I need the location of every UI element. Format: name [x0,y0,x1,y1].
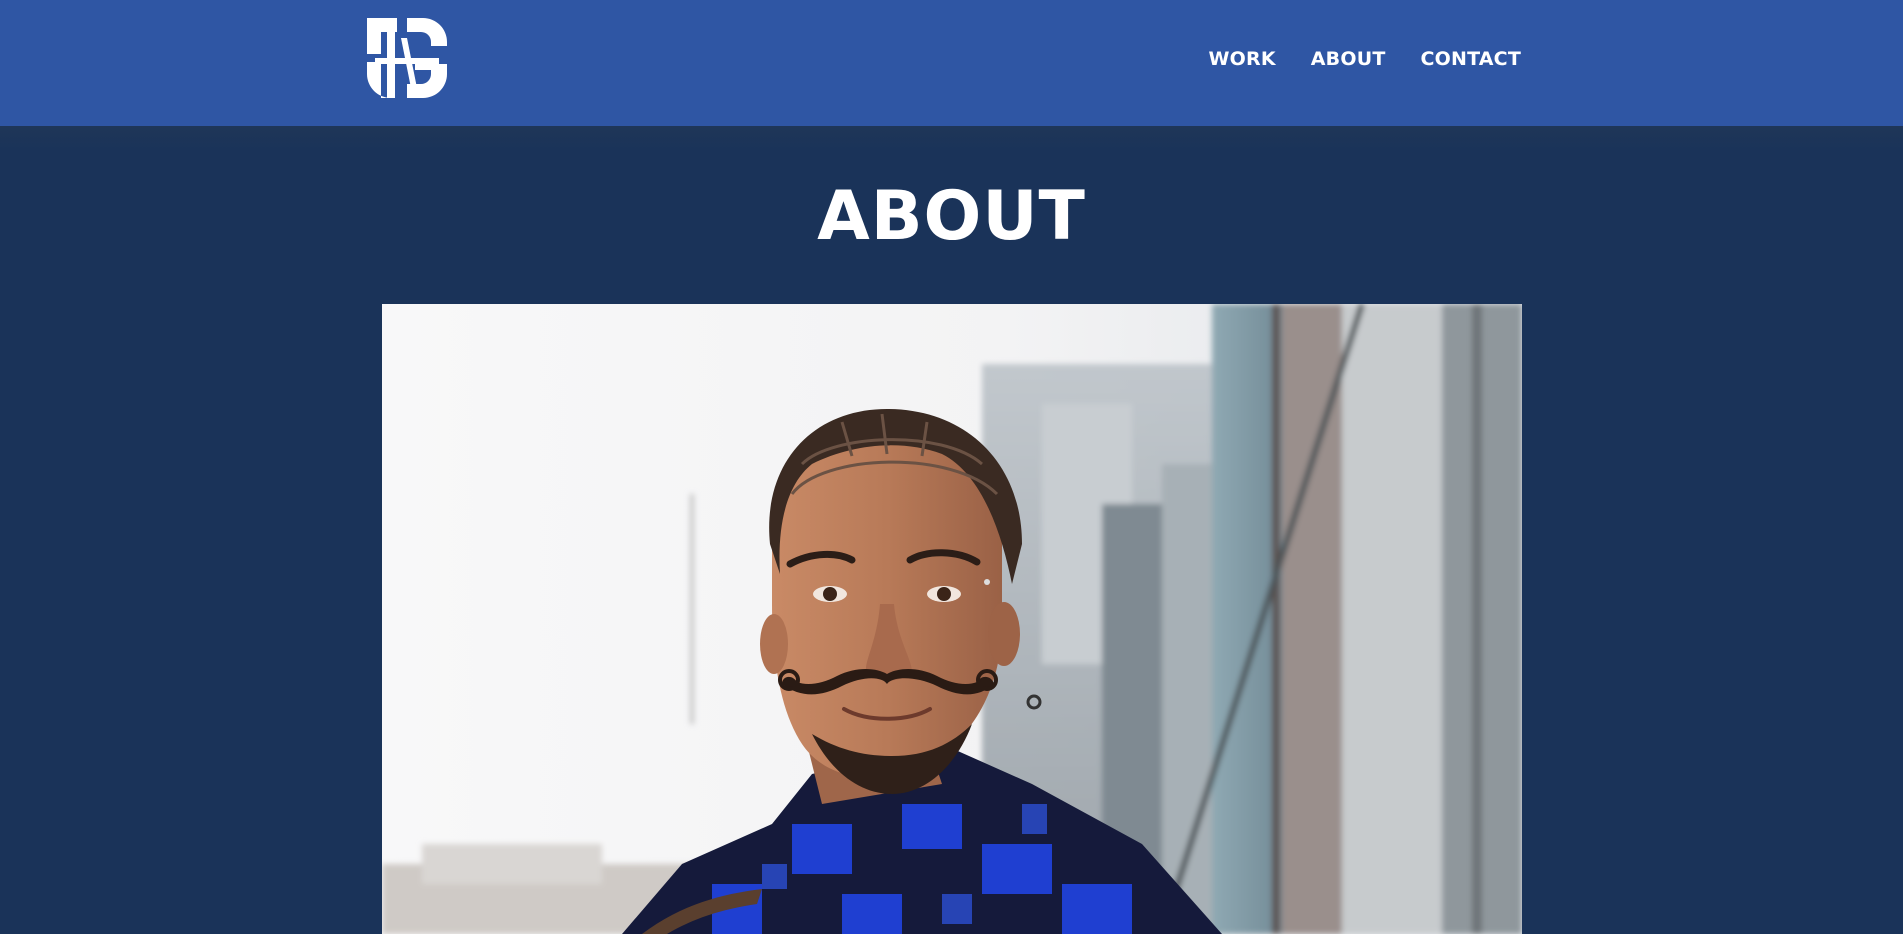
nav-item-contact[interactable]: CONTACT [1421,46,1522,72]
portrait-photo [382,304,1522,934]
header-shadow [0,126,1903,150]
nav-item-work[interactable]: WORK [1209,46,1276,72]
page-title: ABOUT [817,177,1086,256]
hs-logo-icon [367,18,447,98]
nav-item-about[interactable]: ABOUT [1311,46,1386,72]
logo[interactable] [367,18,447,98]
portrait-illustration [382,304,1522,934]
site-header: WORK ABOUT CONTACT [0,0,1903,126]
main-nav: WORK ABOUT CONTACT [1209,46,1522,72]
